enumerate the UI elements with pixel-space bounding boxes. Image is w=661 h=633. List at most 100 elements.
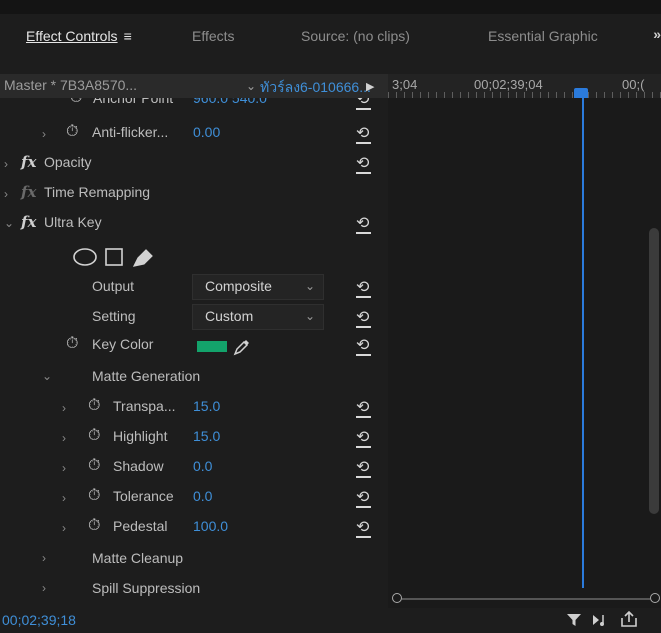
reset-icon[interactable]: ⟲ [356,335,372,356]
panel-footer: 00;02;39;18 [0,608,661,633]
property-value[interactable]: 0.00 [193,124,220,140]
group-row-matte-cleanup[interactable]: › Matte Cleanup [0,546,388,576]
property-label: Setting [92,308,136,324]
setting-dropdown[interactable]: Custom ⌄ [192,304,324,330]
master-clip-label[interactable]: Master * 7B3A8570... [4,77,137,93]
stopwatch-icon[interactable]: ⏱ [66,123,78,141]
fx-icon[interactable]: fx [21,153,36,171]
property-row-key-color[interactable]: ⏱ Key Color ⟲ [0,332,388,362]
tab-source[interactable]: Source: (no clips) [301,28,410,44]
property-row-anti-flicker[interactable]: › ⏱ Anti-flicker... 0.00 ⟲ [0,120,388,150]
property-value[interactable]: 100.0 [193,518,228,534]
chevron-right-icon[interactable]: › [62,461,66,475]
stopwatch-icon[interactable]: ⏱ [88,517,100,535]
panel-menu-icon[interactable]: ≡ [124,28,132,44]
property-row-anchor-point[interactable]: ⏱ Anchor Point 960.0 540.0 ⟲ [0,98,388,114]
reset-icon[interactable]: ⟲ [356,517,372,538]
tab-effects[interactable]: Effects [192,28,235,44]
timeline-ruler[interactable]: 3;04 00;02;39;04 00;( [388,74,661,98]
dropdown-value: Composite [205,278,272,294]
stopwatch-icon[interactable]: ⏱ [66,335,78,353]
group-label: Spill Suppression [92,580,201,596]
effect-label: Opacity [44,154,92,170]
stopwatch-icon[interactable]: ⏱ [88,487,100,505]
property-value[interactable]: 960.0 540.0 [193,98,267,106]
reset-icon[interactable]: ⟲ [356,457,372,478]
reset-icon[interactable]: ⟲ [356,277,372,298]
chevron-right-icon[interactable]: › [4,187,8,201]
chevron-right-icon[interactable]: › [62,521,66,535]
pen-mask-icon[interactable] [132,249,153,267]
property-value[interactable]: 15.0 [193,398,220,414]
chevron-right-icon[interactable]: › [62,491,66,505]
effect-row-ultra-key[interactable]: ⌄ fx Ultra Key ⟲ [0,210,388,240]
playhead-line[interactable] [582,98,584,588]
zoom-end-handle[interactable] [650,593,660,603]
fx-icon: fx [21,183,37,201]
chevron-down-icon[interactable]: ⌄ [246,79,256,93]
tab-effect-controls[interactable]: Effect Controls ≡ [26,28,132,44]
property-label: Anti-flicker... [92,124,169,140]
reset-icon[interactable]: ⟲ [356,98,372,110]
export-icon[interactable] [620,611,638,628]
reset-icon[interactable]: ⟲ [356,397,372,418]
ruler-timecode: 3;04 [392,77,418,92]
more-tabs-icon[interactable]: » [653,26,661,42]
property-row-tolerance[interactable]: › ⏱ Tolerance 0.0 ⟲ [0,484,388,514]
reset-icon[interactable]: ⟲ [356,153,372,174]
effect-properties-list: ⏱ Anchor Point 960.0 540.0 ⟲ › ⏱ Anti-fl… [0,98,388,608]
play-audio-icon[interactable] [592,612,610,628]
ellipse-mask-icon[interactable] [73,248,97,266]
property-row-pedestal[interactable]: › ⏱ Pedestal 100.0 ⟲ [0,514,388,544]
group-row-spill-suppression[interactable]: › Spill Suppression [0,576,388,606]
effect-row-time-remapping[interactable]: › fx Time Remapping [0,180,388,210]
property-value[interactable]: 15.0 [193,428,220,444]
group-label: Matte Generation [92,368,201,384]
sequence-clip-label[interactable]: ทัวร์ลง6-010666... [260,77,371,99]
fx-icon[interactable]: fx [21,213,36,231]
chevron-right-icon[interactable]: › [62,401,66,415]
property-label: Transpa... [113,398,176,414]
chevron-right-icon[interactable]: › [62,431,66,445]
reset-icon[interactable]: ⟲ [356,307,372,328]
chevron-right-icon[interactable]: › [42,127,46,141]
vertical-scrollbar[interactable] [649,228,659,514]
eyedropper-icon[interactable] [232,337,252,357]
chevron-down-icon[interactable]: ⌄ [4,216,14,230]
property-row-highlight[interactable]: › ⏱ Highlight 15.0 ⟲ [0,424,388,454]
property-row-output[interactable]: Output Composite ⌄ ⟲ [0,272,388,302]
group-row-matte-generation[interactable]: ⌄ Matte Generation [0,364,388,394]
chevron-down-icon[interactable]: ⌄ [42,369,52,383]
property-row-setting[interactable]: Setting Custom ⌄ ⟲ [0,302,388,332]
stopwatch-icon[interactable]: ⏱ [88,427,100,445]
stopwatch-icon[interactable]: ⏱ [88,397,100,415]
zoom-start-handle[interactable] [392,593,402,603]
chevron-right-icon[interactable]: › [42,581,46,595]
chevron-right-icon[interactable]: › [4,157,8,171]
reset-icon[interactable]: ⟲ [356,213,372,234]
key-color-swatch[interactable] [197,341,227,352]
chevron-down-icon: ⌄ [304,279,315,293]
reset-icon[interactable]: ⟲ [356,427,372,448]
group-label: Matte Cleanup [92,550,184,566]
stopwatch-icon[interactable]: ⏱ [70,98,82,107]
tab-effect-controls-label: Effect Controls [26,28,118,44]
rectangle-mask-icon[interactable] [105,248,123,266]
keyframe-area[interactable] [388,98,661,608]
output-dropdown[interactable]: Composite ⌄ [192,274,324,300]
property-row-shadow[interactable]: › ⏱ Shadow 0.0 ⟲ [0,454,388,484]
filter-icon[interactable] [566,612,582,628]
reset-icon[interactable]: ⟲ [356,487,372,508]
current-timecode[interactable]: 00;02;39;18 [2,612,76,628]
play-toggle-icon[interactable]: ▶ [366,80,374,93]
property-value[interactable]: 0.0 [193,488,212,504]
effect-row-opacity[interactable]: › fx Opacity ⟲ [0,150,388,180]
tab-essential-graphics[interactable]: Essential Graphic [488,28,598,44]
stopwatch-icon[interactable]: ⏱ [88,457,100,475]
timeline-zoom-scrollbar[interactable] [392,592,660,606]
property-row-transparency[interactable]: › ⏱ Transpa... 15.0 ⟲ [0,394,388,424]
property-value[interactable]: 0.0 [193,458,212,474]
chevron-right-icon[interactable]: › [42,551,46,565]
reset-icon[interactable]: ⟲ [356,123,372,144]
playhead-handle[interactable] [574,88,588,98]
